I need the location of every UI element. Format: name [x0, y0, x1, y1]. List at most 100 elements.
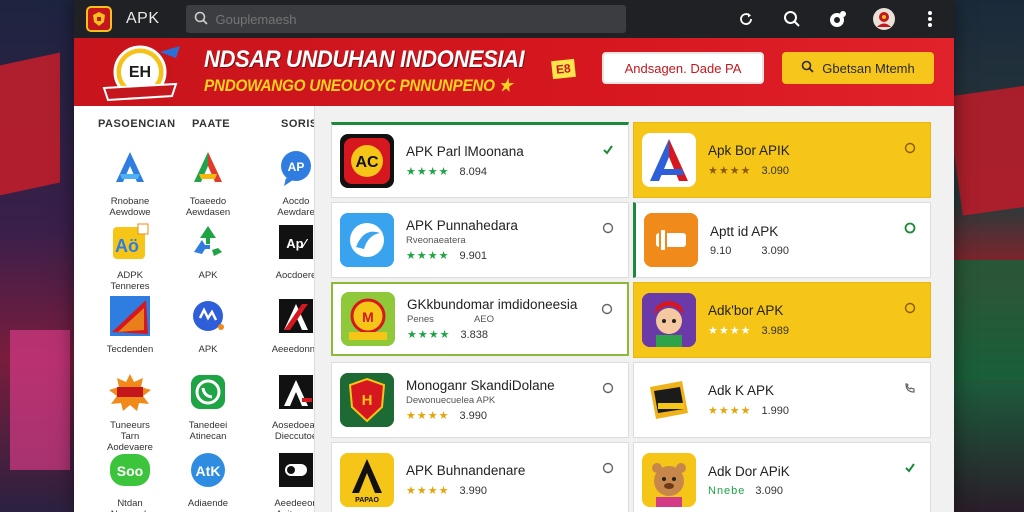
- orange-switch-icon: [644, 213, 698, 267]
- grid-item[interactable]: Tecdenden: [100, 292, 160, 355]
- gold-box-icon: [642, 373, 696, 427]
- grid-item[interactable]: APK: [178, 218, 238, 281]
- rating-stars: ★★★★: [708, 405, 752, 417]
- svg-text:AP: AP: [288, 160, 305, 174]
- app-card[interactable]: Apk Bor APIK ★★★★ 3.090: [633, 122, 931, 198]
- circle-icon[interactable]: [602, 221, 614, 234]
- download-button[interactable]: Andsagen. Dade PA: [602, 52, 764, 84]
- app-score: 3.090: [755, 484, 783, 497]
- svg-text:PAPAO: PAPAO: [355, 497, 379, 504]
- svg-text:EH: EH: [129, 64, 151, 81]
- promo-banner: EH NDSAR UNDUHAN INDONESIAI PNDOWANGO UN…: [74, 38, 954, 106]
- red-flag-icon: [106, 292, 154, 340]
- grid-item-label: Ntdan Naeneeh: [111, 498, 150, 512]
- profile-avatar-icon[interactable]: [872, 7, 896, 31]
- app-subtitle-extra: AEO: [473, 314, 494, 325]
- svg-text:AtK: AtK: [196, 463, 221, 479]
- app-list-panel: AC APK Parl lMoonana ★★★★ 8.094 Apk Bor A…: [314, 106, 954, 512]
- grid-item-label: Toaeedo Aewdasen: [185, 196, 231, 218]
- app-card[interactable]: M GKkbundomar imdidoneesia Penes AEO ★★★★…: [331, 282, 629, 356]
- app-title: Adk K APK: [708, 383, 775, 398]
- grid-item-label: Tecdenden: [106, 344, 154, 355]
- top-bar-actions: [734, 7, 942, 31]
- rating-stars: ★★★★: [406, 166, 450, 178]
- yellow-a-icon: Aö: [106, 218, 154, 266]
- green-circle-icon[interactable]: [904, 221, 916, 234]
- app-extra: 9.10: [710, 244, 732, 257]
- search-input[interactable]: [215, 11, 616, 27]
- grid-item[interactable]: Rnobane Aewdowe: [100, 144, 160, 218]
- app-score: 3.990: [459, 409, 487, 422]
- app-card[interactable]: Aptt id APK 9.10 3.090: [633, 202, 931, 278]
- refresh-icon[interactable]: [734, 7, 758, 31]
- app-score: 3.990: [459, 484, 487, 497]
- more-options-icon[interactable]: [918, 7, 942, 31]
- rating-label: Nnebe: [708, 484, 746, 497]
- search-icon[interactable]: [780, 7, 804, 31]
- check-icon[interactable]: [904, 461, 916, 473]
- black-toggle-icon: [272, 446, 320, 494]
- grid-item-label: ADPK Tenneres: [110, 270, 150, 292]
- grid-item[interactable]: Tuneeurs Tarn Aodevaere: [100, 368, 160, 453]
- app-card[interactable]: H Monoganr SkandiDolane Dewonuecuelea AP…: [331, 362, 629, 438]
- svg-text:AC: AC: [355, 154, 379, 171]
- circle-icon[interactable]: [601, 302, 613, 315]
- rating-stars: ★★★★: [708, 325, 752, 337]
- blue-swirl-icon: [340, 213, 394, 267]
- banner-badge-icon: EH: [98, 44, 182, 106]
- green-soo-icon: Soo: [106, 446, 154, 494]
- girl-character-icon: [642, 293, 696, 347]
- app-card[interactable]: Adk K APK ★★★★ 1.990: [633, 362, 931, 438]
- app-title: APK: [126, 10, 160, 27]
- grid-item[interactable]: Soo Ntdan Naeneeh: [100, 446, 160, 512]
- column-header: PASOENCIAN: [98, 118, 176, 130]
- banner-text: NDSAR UNDUHAN INDONESIAI PNDOWANGO UNEOU…: [204, 46, 552, 96]
- app-card[interactable]: Adk Dor APiK Nnebe 3.090: [633, 442, 931, 512]
- check-icon[interactable]: [602, 143, 614, 155]
- app-window: APK Gouplemaesh EH NDSAR UNDUHAN INDONES…: [74, 0, 954, 512]
- app-logo-icon[interactable]: [86, 6, 112, 32]
- grid-item-label: Tanedeei Atinecan: [188, 420, 228, 442]
- banner-subtitle: PNDOWANGO UNEOUOYC PNNUNPENO ★: [204, 76, 513, 95]
- top-bar: APK: [74, 0, 954, 38]
- grid-item[interactable]: Tanedeei Atinecan: [178, 368, 238, 442]
- yellow-a-papa-icon: PAPAO: [340, 453, 394, 507]
- green-recycle-icon: [184, 218, 232, 266]
- shield-badge-icon: H: [340, 373, 394, 427]
- blue-bubble-icon: [184, 292, 232, 340]
- app-card[interactable]: AC APK Parl lMoonana ★★★★ 8.094: [331, 122, 629, 198]
- grid-item[interactable]: Toaeedo Aewdasen: [178, 144, 238, 218]
- app-card[interactable]: PAPAO APK Buhnandenare ★★★★ 3.990: [331, 442, 629, 512]
- app-title: APK Parl lMoonana: [406, 144, 524, 159]
- search-bar[interactable]: [185, 5, 626, 33]
- red-ac-icon: AC: [340, 134, 394, 188]
- svg-text:Soo: Soo: [117, 463, 143, 479]
- grid-item-label: APK: [198, 344, 218, 355]
- grid-item[interactable]: AtK Adiaende: [178, 446, 238, 509]
- circle-icon[interactable]: [602, 461, 614, 474]
- svg-text:Ap⁄: Ap⁄: [286, 236, 308, 251]
- rating-stars: ★★★★: [406, 410, 450, 422]
- blue-apk-icon: AtK: [184, 446, 232, 494]
- app-score: 3.989: [761, 324, 789, 337]
- call-icon[interactable]: [904, 381, 916, 393]
- colorful-a-icon: [184, 144, 232, 192]
- app-score: 3.090: [761, 244, 789, 257]
- app-card[interactable]: APK Punnahedara Rveonaeatera ★★★★ 9.901: [331, 202, 629, 278]
- app-card[interactable]: Adk'bor APK ★★★★ 3.989: [633, 282, 931, 358]
- banner-tag: E8: [551, 58, 576, 80]
- circle-icon[interactable]: [904, 301, 916, 314]
- blue-a-icon: [106, 144, 154, 192]
- notification-icon[interactable]: [826, 7, 850, 31]
- app-subtitle: Dewonuecuelea APK: [406, 395, 496, 406]
- circle-icon[interactable]: [602, 381, 614, 394]
- search-action-button[interactable]: Gbetsan Mtemh: [782, 52, 934, 84]
- svg-text:H: H: [362, 392, 373, 409]
- search-icon: [194, 11, 208, 28]
- grid-item[interactable]: APK: [178, 292, 238, 355]
- circle-icon[interactable]: [904, 141, 916, 154]
- black-a-icon: [272, 292, 320, 340]
- app-title: APK Buhnandenare: [406, 463, 526, 478]
- banner-title: NDSAR UNDUHAN INDONESIAI: [204, 46, 525, 73]
- grid-item[interactable]: Aö ADPK Tenneres: [100, 218, 160, 292]
